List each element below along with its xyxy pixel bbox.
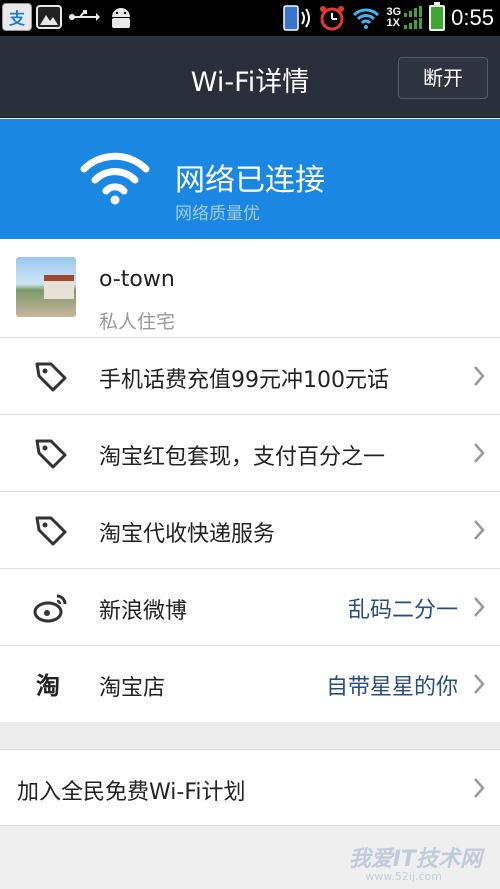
- list-item-label: 新浪微博: [99, 599, 188, 624]
- chevron-right-icon: [474, 366, 485, 386]
- alipay-icon: 支: [2, 3, 32, 31]
- cellular-signal: 3G 1X: [386, 5, 423, 31]
- list-item[interactable]: 手机话费充值99元冲100元话: [0, 338, 500, 415]
- notification-icons: 支: [2, 3, 136, 31]
- gallery-icon: [36, 5, 62, 29]
- system-icons: 3G 1X 0:55: [282, 2, 494, 34]
- tag-icon: [35, 362, 67, 392]
- chevron-right-icon: [474, 520, 485, 540]
- weibo-icon: [33, 594, 67, 623]
- section-divider: [0, 722, 500, 750]
- list-item-label: 手机话费充值99元冲100元话: [99, 368, 389, 393]
- wifi-icon: [80, 152, 150, 205]
- vibrate-icon: [283, 5, 311, 31]
- wifi-status-icon: [353, 8, 380, 29]
- usb-icon: [66, 3, 102, 31]
- status-bar: 支 3G 1X 0:55: [0, 0, 500, 36]
- list-item-value: 乱码二分一: [347, 598, 458, 623]
- watermark-url: www.52ij.com: [365, 870, 442, 883]
- android-icon: [106, 3, 136, 31]
- list-item[interactable]: 淘宝代收快递服务: [0, 492, 500, 569]
- list-item-weibo[interactable]: 新浪微博 乱码二分一: [0, 569, 500, 646]
- join-plan-row[interactable]: 加入全民免费Wi-Fi计划: [0, 750, 500, 826]
- network-type: 私人住宅: [99, 311, 176, 333]
- connection-status: 网络已连接: [175, 163, 325, 198]
- network-info-row[interactable]: o-town 私人住宅: [0, 239, 500, 338]
- alarm-icon: [320, 6, 345, 31]
- list-item-label: 淘宝店: [99, 676, 166, 701]
- join-plan-label: 加入全民免费Wi-Fi计划: [17, 780, 246, 805]
- chevron-right-icon: [474, 597, 485, 617]
- chevron-right-icon: [474, 778, 485, 798]
- list-item-label: 淘宝代收快递服务: [99, 522, 276, 547]
- tag-icon: [35, 439, 67, 469]
- connection-banner: 网络已连接 网络质量优: [0, 119, 500, 239]
- network-name: o-town: [99, 267, 175, 292]
- battery-icon: [429, 2, 446, 31]
- network-quality: 网络质量优: [175, 204, 260, 224]
- title-bar: Wi-Fi详情 断开: [0, 36, 500, 118]
- watermark: 我爱IT技术网: [348, 847, 482, 872]
- chevron-right-icon: [474, 674, 485, 694]
- signal-bars-icon: [404, 6, 423, 29]
- network-avatar: [16, 257, 76, 317]
- clock: 0:55: [451, 5, 494, 30]
- disconnect-button[interactable]: 断开: [398, 57, 488, 99]
- chevron-right-icon: [474, 443, 485, 463]
- list-item[interactable]: 淘宝红包套现，支付百分之一: [0, 415, 500, 492]
- taobao-icon: 淘: [36, 672, 60, 700]
- tag-icon: [35, 516, 67, 546]
- list-item-value: 自带星星的你: [325, 675, 458, 700]
- list-item-taobao[interactable]: 淘 淘宝店 自带星星的你: [0, 646, 500, 723]
- list-item-label: 淘宝红包套现，支付百分之一: [99, 445, 386, 470]
- detail-list: o-town 私人住宅 手机话费充值99元冲100元话 淘宝红包套现，支付百分之…: [0, 239, 500, 723]
